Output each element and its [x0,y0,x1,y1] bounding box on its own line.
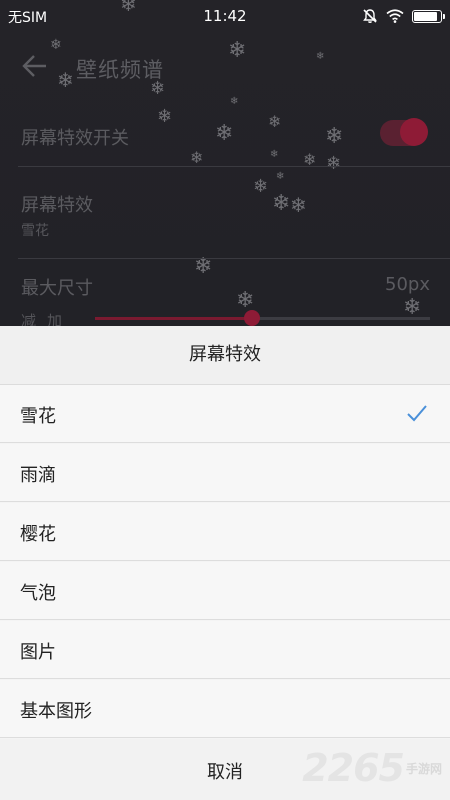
status-icons [362,7,445,25]
slider-thumb[interactable] [244,310,261,326]
option-basic-shapes[interactable]: 基本图形 [0,680,450,738]
option-bubble[interactable]: 气泡 [0,562,450,620]
effect-picker-sheet: 屏幕特效 雪花 雨滴 樱花 气泡 图片 基本图形 取消 [0,326,450,800]
option-image[interactable]: 图片 [0,621,450,679]
toggle-knob [400,118,428,146]
option-label: 基本图形 [20,701,92,722]
setting-label: 屏幕特效 [21,195,93,216]
wifi-icon [386,9,404,23]
effect-toggle-switch[interactable] [380,118,428,146]
watermark-number: 2265 [302,746,405,790]
back-arrow-icon[interactable] [20,52,50,80]
setting-label: 屏幕特效开关 [21,128,129,149]
setting-max-size: 最大尺寸 50px 减 加 [0,260,450,330]
divider [18,166,450,167]
option-label: 雪花 [20,406,56,427]
option-raindrop[interactable]: 雨滴 [0,444,450,502]
option-cherry-blossom[interactable]: 樱花 [0,503,450,561]
max-size-value: 50px [385,274,430,295]
page-title: 壁纸频谱 [76,58,164,82]
app-header: 壁纸频谱 [0,40,450,92]
watermark-text: 手游网 [405,761,442,776]
divider [18,258,450,259]
option-label: 雨滴 [20,465,56,486]
setting-label: 最大尺寸 [21,278,93,299]
setting-effect[interactable]: 屏幕特效 雪花 [0,168,450,259]
option-label: 图片 [20,642,56,663]
slider-fill [95,317,253,320]
status-bar: 无SIM 11:42 [0,0,450,32]
setting-value: 雪花 [21,223,49,239]
option-label: 气泡 [20,583,56,604]
size-slider[interactable] [95,310,430,326]
option-label: 樱花 [20,524,56,545]
sheet-title: 屏幕特效 [0,326,450,385]
watermark-logo: 2265 手游网 [302,744,442,792]
setting-effect-toggle[interactable]: 屏幕特效开关 [0,96,450,167]
checkmark-icon [407,405,427,422]
muted-bell-icon [363,9,377,24]
battery-icon [412,9,445,23]
option-snow[interactable]: 雪花 [0,385,450,443]
